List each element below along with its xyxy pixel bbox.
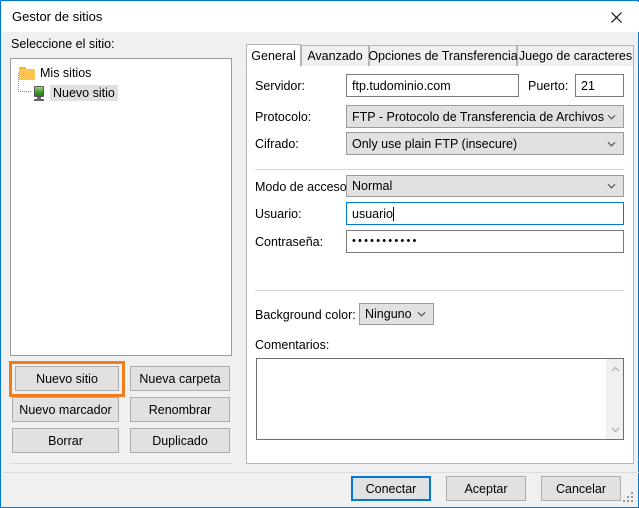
duplicate-button[interactable]: Duplicado	[130, 428, 230, 453]
tree-item-label: Nuevo sitio	[50, 85, 118, 101]
user-label: Usuario:	[255, 207, 302, 221]
chevron-down-icon	[607, 141, 616, 147]
tab-opciones-de-transferencia[interactable]: Opciones de Transferencia	[368, 45, 518, 67]
select-site-label: Seleccione el sitio:	[11, 37, 115, 51]
new-folder-button[interactable]: Nueva carpeta	[130, 366, 230, 391]
comments-scrollbar[interactable]	[606, 359, 623, 439]
logon-type-label: Modo de acceso:	[255, 180, 351, 194]
chevron-down-icon	[607, 183, 616, 189]
chevron-down-icon	[607, 114, 616, 120]
encryption-dropdown[interactable]: Only use plain FTP (insecure)	[346, 132, 624, 155]
server-label: Servidor:	[255, 79, 306, 93]
logon-type-value: Normal	[352, 179, 393, 193]
tree-connector-line	[18, 73, 31, 92]
background-color-label: Background color:	[255, 308, 356, 322]
server-input[interactable]: ftp.tudominio.com	[346, 74, 519, 97]
section-separator-2	[255, 290, 624, 291]
user-input[interactable]: usuario	[346, 202, 624, 225]
tab-general[interactable]: General	[246, 44, 301, 67]
new-bookmark-button[interactable]: Nuevo marcador	[12, 397, 119, 422]
password-value: •••••••••••	[352, 235, 419, 247]
port-input[interactable]: 21	[575, 74, 624, 97]
site-tree[interactable]: Mis sitios Nuevo sitio	[10, 58, 232, 356]
window-title: Gestor de sitios	[12, 9, 103, 24]
delete-button[interactable]: Borrar	[12, 428, 119, 453]
port-label: Puerto:	[528, 79, 569, 93]
encryption-label: Cifrado:	[255, 137, 299, 151]
background-color-dropdown[interactable]: Ninguno	[359, 303, 434, 325]
tree-item-my-sites[interactable]: Mis sitios	[11, 63, 231, 83]
site-manager-dialog: Gestor de sitios Seleccione el sitio: Mi…	[0, 0, 639, 508]
rename-button[interactable]: Renombrar	[130, 397, 230, 422]
footer-separator	[2, 472, 639, 473]
left-panel-separator	[10, 463, 232, 464]
logon-type-dropdown[interactable]: Normal	[346, 175, 624, 197]
server-icon	[33, 85, 45, 101]
tab-strip: General Avanzado Opciones de Transferenc…	[246, 44, 634, 67]
close-icon[interactable]	[593, 2, 639, 32]
encryption-value: Only use plain FTP (insecure)	[352, 136, 518, 151]
resize-grip[interactable]	[623, 492, 634, 503]
cancel-button[interactable]: Cancelar	[541, 476, 621, 501]
section-separator-1	[255, 169, 624, 170]
close-glyph	[610, 11, 622, 23]
background-color-value: Ninguno	[365, 307, 412, 321]
title-bar: Gestor de sitios	[2, 2, 639, 32]
comments-label: Comentarios:	[255, 338, 330, 352]
protocol-dropdown[interactable]: FTP - Protocolo de Transferencia de Arch…	[346, 105, 624, 128]
tab-avanzado[interactable]: Avanzado	[301, 45, 369, 67]
protocol-label: Protocolo:	[255, 110, 312, 124]
tab-juego-de-caracteres[interactable]: Juego de caracteres	[517, 45, 634, 67]
tree-item-new-site[interactable]: Nuevo sitio	[11, 73, 231, 103]
scroll-down-icon[interactable]	[607, 421, 624, 438]
connect-button[interactable]: Conectar	[351, 476, 431, 501]
user-value: usuario	[352, 206, 393, 221]
ok-button[interactable]: Aceptar	[446, 476, 526, 501]
comments-textarea[interactable]	[256, 358, 624, 440]
password-input[interactable]: •••••••••••	[346, 230, 624, 253]
tree-item-label: Mis sitios	[40, 66, 92, 80]
text-caret	[393, 206, 394, 221]
chevron-down-icon	[417, 311, 426, 317]
protocol-value: FTP - Protocolo de Transferencia de Arch…	[352, 109, 604, 124]
password-label: Contraseña:	[255, 235, 324, 249]
new-site-button[interactable]: Nuevo sitio	[15, 366, 119, 391]
scroll-up-icon[interactable]	[607, 360, 624, 377]
